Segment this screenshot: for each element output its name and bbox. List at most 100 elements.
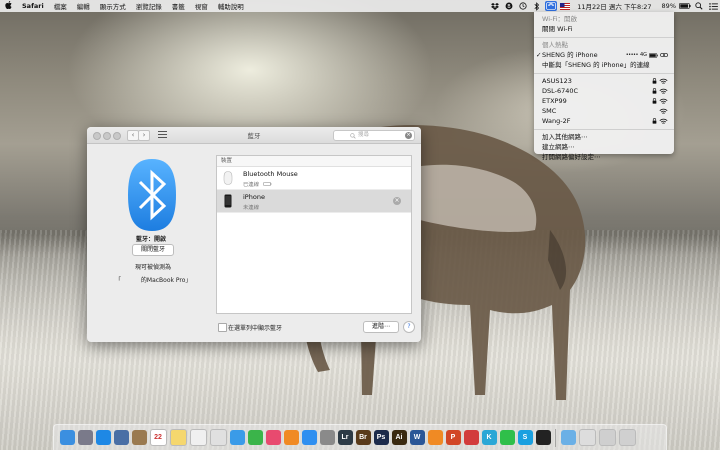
hotspot-item[interactable]: ✓ SHENG 的 iPhone ••••• 4G bbox=[534, 50, 674, 60]
menu-file[interactable]: 檔案 bbox=[49, 1, 72, 11]
line-icon[interactable] bbox=[499, 430, 515, 445]
show-in-menubar-label: 在選單列中顯示藍牙 bbox=[228, 325, 283, 332]
network-name: DSL-6740C bbox=[542, 87, 579, 95]
wifi-toggle-item[interactable]: 關閉 Wi-Fi bbox=[534, 24, 674, 34]
menu-separator bbox=[534, 72, 674, 74]
hotspot-disconnect-item[interactable]: 中斷與「SHENG 的 iPhone」的連線 bbox=[534, 60, 674, 70]
wifi-menu-icon[interactable] bbox=[545, 1, 558, 11]
menu-window[interactable]: 視窗 bbox=[190, 1, 213, 11]
menu-history[interactable]: 瀏覽記錄 bbox=[131, 1, 167, 11]
pages-icon[interactable] bbox=[427, 430, 443, 445]
time-machine-icon[interactable] bbox=[517, 1, 529, 11]
menubar-clock[interactable]: 11月22日 週六 下午8:27 bbox=[572, 1, 656, 11]
facetime-icon[interactable] bbox=[247, 430, 263, 445]
advanced-button[interactable]: 進階⋯ bbox=[363, 321, 399, 333]
help-button[interactable]: ? bbox=[403, 321, 415, 333]
hotspot-header: 個人熱點 bbox=[542, 41, 568, 49]
turn-off-bluetooth-button[interactable]: 關閉藍牙 bbox=[132, 244, 174, 256]
menu-separator bbox=[534, 128, 674, 130]
bluetooth-preferences-window: ‹ › 藍牙 搜尋 × 藍牙：開啟 關閉藍牙 現可被偵測為 「 的MacBook… bbox=[87, 127, 421, 342]
bridge-icon[interactable]: Br bbox=[355, 430, 371, 445]
menu-edit[interactable]: 編輯 bbox=[72, 1, 95, 11]
search-field[interactable]: 搜尋 × bbox=[333, 130, 415, 141]
search-placeholder: 搜尋 bbox=[358, 132, 370, 138]
device-list-header: 裝置 bbox=[217, 156, 411, 167]
finder-icon[interactable] bbox=[59, 430, 75, 445]
contacts-icon[interactable] bbox=[131, 430, 147, 445]
menu-help[interactable]: 輔助說明 bbox=[213, 1, 249, 11]
show-in-menubar-checkbox[interactable] bbox=[218, 323, 227, 332]
window-titlebar[interactable]: ‹ › 藍牙 搜尋 × bbox=[87, 127, 421, 144]
network-item[interactable]: DSL-6740C bbox=[534, 86, 674, 96]
dock: 22 Lr Br Ps Ai W P K S bbox=[53, 424, 667, 450]
menu-view[interactable]: 顯示方式 bbox=[95, 1, 131, 11]
battery-icon[interactable] bbox=[679, 1, 691, 11]
wifi-status-label: Wi-Fi：開啟 bbox=[542, 15, 578, 23]
stack-icon[interactable] bbox=[578, 429, 596, 446]
notification-center-icon[interactable] bbox=[707, 1, 719, 11]
xmind-icon[interactable] bbox=[463, 430, 479, 445]
dock-separator bbox=[555, 428, 556, 447]
notes-icon[interactable] bbox=[169, 429, 187, 446]
preview-icon[interactable] bbox=[113, 430, 129, 445]
appstore-icon[interactable] bbox=[301, 430, 317, 445]
menu-bar: Safari 檔案 編輯 顯示方式 瀏覽記錄 書籤 視窗 輔助說明 B 11月2… bbox=[0, 0, 720, 12]
device-row-mouse[interactable]: Bluetooth Mouse 已連線 bbox=[217, 167, 411, 190]
stack2-icon[interactable] bbox=[598, 429, 616, 446]
reminders-icon[interactable] bbox=[189, 429, 207, 446]
powerpoint-icon[interactable]: P bbox=[445, 430, 461, 445]
terminal-icon[interactable] bbox=[535, 430, 551, 445]
checkmark-icon: ✓ bbox=[536, 51, 542, 59]
network-name: SMC bbox=[542, 107, 557, 115]
input-source-flag-icon[interactable] bbox=[559, 1, 571, 11]
discoverable-device-name: 「 的MacBook Pro」 bbox=[115, 277, 192, 284]
safari-icon[interactable] bbox=[95, 430, 111, 445]
messages-icon[interactable] bbox=[229, 430, 245, 445]
hotspot-signal-dots: ••••• bbox=[625, 52, 639, 58]
system-preferences-icon[interactable] bbox=[319, 430, 335, 445]
wifi-signal-icon bbox=[659, 118, 668, 124]
network-name: ETXP99 bbox=[542, 97, 567, 105]
network-item[interactable]: ASUS123 bbox=[534, 76, 674, 86]
trash-icon[interactable] bbox=[618, 429, 636, 446]
remove-device-icon[interactable]: × bbox=[393, 197, 401, 205]
kakao-icon[interactable]: K bbox=[481, 430, 497, 445]
bluetooth-menu-icon[interactable] bbox=[531, 1, 543, 11]
illustrator-icon[interactable]: Ai bbox=[391, 430, 407, 445]
ibooks-icon[interactable] bbox=[283, 430, 299, 445]
word-icon[interactable]: W bbox=[409, 430, 425, 445]
skype-icon[interactable]: S bbox=[517, 430, 533, 445]
lightroom-icon[interactable]: Lr bbox=[337, 430, 353, 445]
mouse-icon bbox=[223, 171, 233, 185]
network-name: ASUS123 bbox=[542, 77, 572, 85]
photoshop-icon[interactable]: Ps bbox=[373, 430, 389, 445]
clear-search-icon[interactable]: × bbox=[405, 132, 412, 139]
battery-percent[interactable]: 89% bbox=[657, 2, 678, 10]
create-network-item[interactable]: 建立網路⋯ bbox=[534, 142, 674, 152]
network-item[interactable]: Wang-2F bbox=[534, 116, 674, 126]
device-row-iphone[interactable]: iPhone 未連線 × bbox=[217, 190, 411, 213]
network-name: Wang-2F bbox=[542, 117, 571, 125]
device-name: Bluetooth Mouse bbox=[243, 170, 298, 178]
wifi-dropdown-menu: Wi-Fi：開啟 關閉 Wi-Fi 個人熱點 ✓ SHENG 的 iPhone … bbox=[534, 12, 674, 161]
network-item[interactable]: SMC bbox=[534, 106, 674, 116]
sync-status-icon[interactable]: B bbox=[503, 1, 515, 11]
spotlight-search-icon[interactable] bbox=[693, 1, 705, 11]
open-network-preferences-item[interactable]: 打開網路偏好設定⋯ bbox=[534, 152, 674, 162]
downloads-folder-icon[interactable] bbox=[560, 430, 576, 445]
app-menu-safari[interactable]: Safari bbox=[17, 2, 49, 10]
hotspot-network-type: 4G bbox=[639, 52, 647, 58]
launchpad-icon[interactable] bbox=[77, 430, 93, 445]
hotspot-battery-icon bbox=[649, 52, 658, 58]
dropbox-icon[interactable] bbox=[489, 1, 501, 11]
apple-menu-icon[interactable] bbox=[0, 1, 17, 11]
iphone-icon bbox=[224, 194, 232, 208]
photos-icon[interactable] bbox=[209, 429, 227, 446]
network-item[interactable]: ETXP99 bbox=[534, 96, 674, 106]
menu-bookmarks[interactable]: 書籤 bbox=[167, 1, 190, 11]
device-status: 未連線 bbox=[243, 205, 259, 211]
join-other-network-item[interactable]: 加入其他網路⋯ bbox=[534, 132, 674, 142]
itunes-icon[interactable] bbox=[265, 430, 281, 445]
calendar-icon[interactable]: 22 bbox=[149, 429, 167, 446]
device-battery-icon bbox=[263, 182, 271, 187]
